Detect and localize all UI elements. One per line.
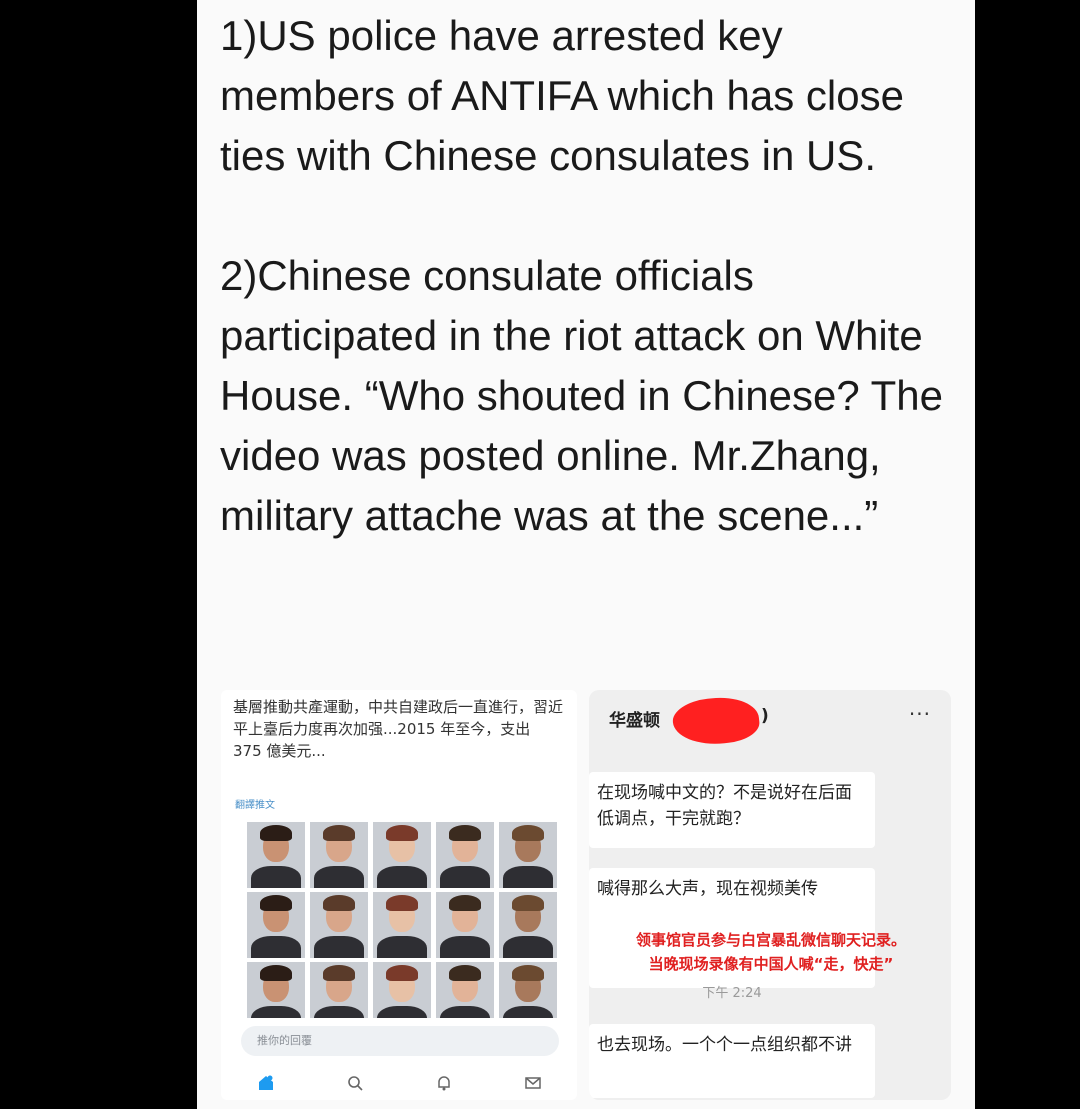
mugshot-photo — [436, 822, 494, 888]
tweet-text: 基層推動共產運動，中共自建政后一直進行，習近平上臺后力度再次加强...2015 … — [233, 698, 564, 760]
mugshot-photo — [436, 962, 494, 1018]
mugshot-photo — [310, 892, 368, 958]
post-card: 1)US police have arrested key members of… — [197, 0, 975, 1109]
chat-title-tail: ) — [761, 706, 769, 726]
chat-timestamp: 下午 2:24 — [702, 986, 762, 1001]
post-paragraph-2: 2)Chinese consulate officials participat… — [220, 252, 943, 539]
chat-message: 在现场喊中文的？不是说好在后面低调点，干完就跑？ — [589, 772, 875, 848]
home-icon[interactable] — [256, 1073, 276, 1093]
mugshot-photo — [436, 892, 494, 958]
notifications-icon[interactable] — [434, 1073, 454, 1093]
mugshot-photo — [310, 822, 368, 888]
mugshot-photo — [247, 822, 305, 888]
post-text: 1)US police have arrested key members of… — [220, 6, 960, 546]
chat-message: 也去现场。一个个一点组织都不讲 — [589, 1024, 875, 1098]
mugshot-photo — [310, 962, 368, 1018]
mugshot-photo — [499, 962, 557, 1018]
mugshot-photo — [499, 822, 557, 888]
mugshot-photo — [247, 962, 305, 1018]
mugshot-photo — [373, 892, 431, 958]
redaction-scribble — [670, 693, 762, 749]
mugshot-grid — [247, 822, 557, 1018]
translate-tweet-link[interactable]: 翻譯推文 — [235, 796, 275, 811]
search-icon[interactable] — [345, 1073, 365, 1093]
overlay-caption: 领事馆官员参与白宫暴乱微信聊天记录。 当晚现场录像有中国人喊“走，快走” — [635, 931, 906, 973]
embedded-chat-screenshot: 华盛顿 ) ··· 在现场喊中文的？不是说好在后面低调点，干完就跑？ 喊得那么大… — [589, 690, 951, 1100]
messages-icon[interactable] — [523, 1073, 543, 1093]
mugshot-photo — [499, 892, 557, 958]
mugshot-photo — [373, 962, 431, 1018]
tab-bar — [221, 1068, 577, 1098]
chat-title: 华盛顿 — [609, 711, 660, 731]
more-options-icon[interactable]: ··· — [909, 702, 931, 726]
post-paragraph-1: 1)US police have arrested key members of… — [220, 12, 904, 179]
mugshot-photo — [247, 892, 305, 958]
reply-input[interactable]: 推你的回覆 — [241, 1026, 559, 1056]
mugshot-photo — [373, 822, 431, 888]
embedded-tweet-screenshot: 基層推動共產運動，中共自建政后一直進行，習近平上臺后力度再次加强...2015 … — [221, 690, 577, 1100]
